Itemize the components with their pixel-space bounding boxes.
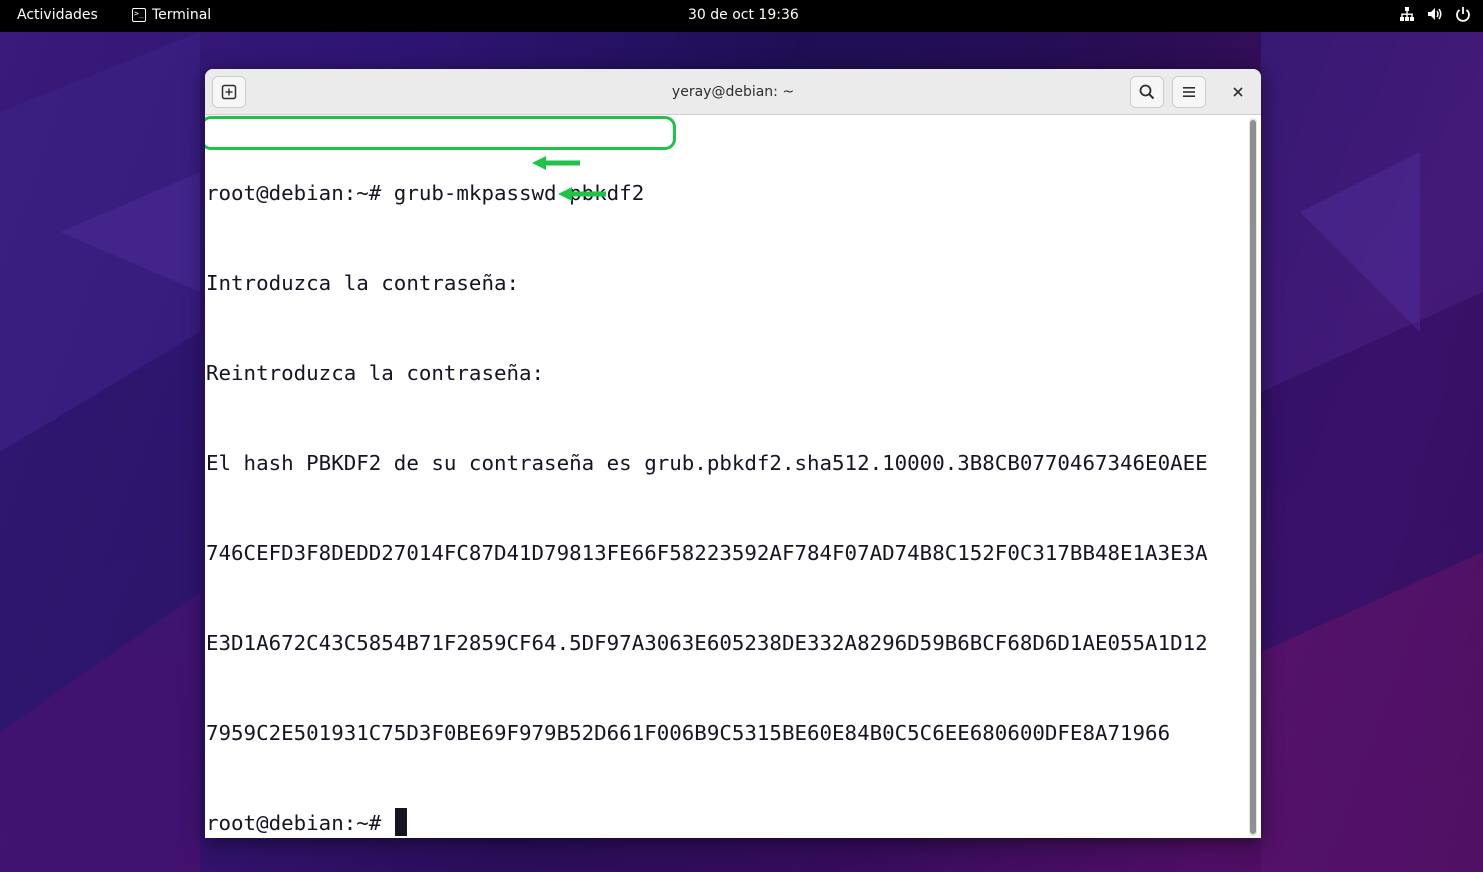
window-title: yeray@debian: ~ <box>671 84 795 100</box>
close-icon <box>1233 87 1243 97</box>
power-icon <box>1456 7 1470 22</box>
terminal-icon: >_ <box>132 8 146 22</box>
app-menu-terminal[interactable]: >_ Terminal <box>132 7 211 23</box>
activities-button[interactable]: Actividades <box>17 7 98 23</box>
terminal-window: yeray@debian: ~ root@debian:~# grub-mkpa… <box>205 69 1261 838</box>
command-highlight-annotation <box>205 116 676 150</box>
close-button[interactable] <box>1225 79 1251 105</box>
terminal-line-hash-1: El hash PBKDF2 de su contraseña es grub.… <box>206 451 1208 475</box>
network-icon <box>1400 7 1414 21</box>
terminal-line-password-prompt: Introduzca la contraseña: <box>206 271 520 295</box>
arrow-annotation-2 <box>558 187 606 201</box>
terminal-text: root@debian:~# grub-mkpasswd-pbkdf2 Intr… <box>206 118 1246 838</box>
terminal-line-command: root@debian:~# grub-mkpasswd-pbkdf2 <box>206 181 645 205</box>
volume-icon <box>1428 8 1442 20</box>
hamburger-menu-icon <box>1183 87 1195 97</box>
terminal-line-hash-4: 7959C2E501931C75D3F0BE69F979B52D661F006B… <box>206 721 1171 745</box>
header-bar[interactable]: yeray@debian: ~ <box>205 69 1261 115</box>
terminal-line-password-reprompt: Reintroduzca la contraseña: <box>206 361 545 385</box>
text-cursor <box>395 808 408 836</box>
system-tray[interactable] <box>1399 6 1471 22</box>
clock[interactable]: 30 de oct 19:36 <box>688 7 799 23</box>
app-name: Terminal <box>152 7 212 23</box>
search-button[interactable] <box>1130 76 1164 108</box>
shell-prompt: root@debian:~# <box>206 811 382 835</box>
search-icon <box>1139 84 1155 100</box>
terminal-line-hash-2: 746CEFD3F8DEDD27014FC87D41D79813FE66F582… <box>206 541 1208 565</box>
scrollbar-thumb[interactable] <box>1250 120 1256 834</box>
terminal-line-prompt: root@debian:~# <box>206 808 1246 838</box>
top-bar: Actividades >_ Terminal 30 de oct 19:36 <box>0 0 1483 32</box>
arrow-annotation-1 <box>532 156 580 170</box>
menu-button[interactable] <box>1172 76 1206 108</box>
terminal-output[interactable]: root@debian:~# grub-mkpasswd-pbkdf2 Intr… <box>205 116 1261 838</box>
terminal-line-hash-3: E3D1A672C43C5854B71F2859CF64.5DF97A3063E… <box>206 631 1208 655</box>
